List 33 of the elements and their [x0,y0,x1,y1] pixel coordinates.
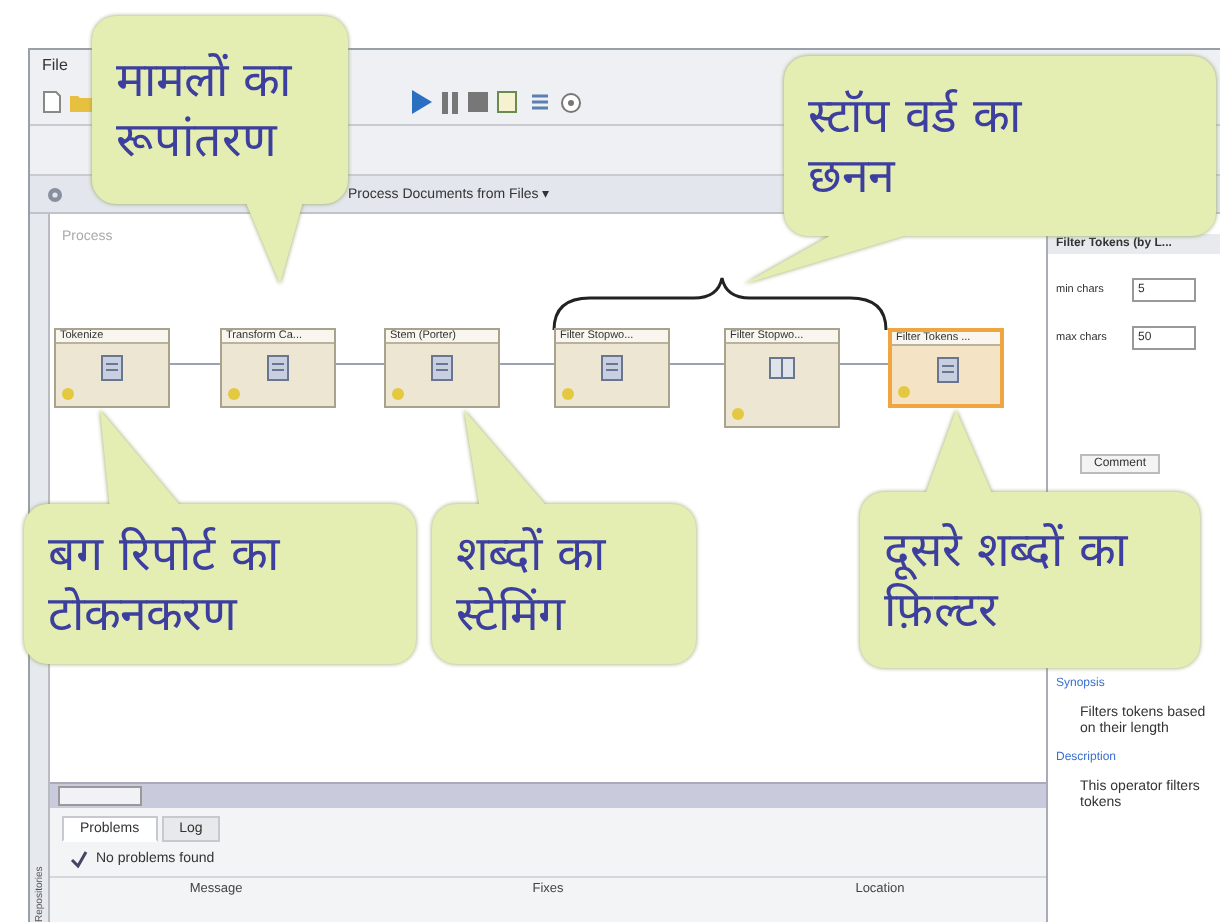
new-file-icon[interactable] [42,90,62,114]
callout-text: दूसरे शब्दों का फ़िल्टर [884,520,1127,640]
check-icon [70,850,88,868]
status-icon [62,388,74,400]
status-icon [228,388,240,400]
connector-line [169,363,221,365]
status-icon [732,408,744,420]
status-icon [392,388,404,400]
scrollbar[interactable] [50,784,1046,808]
status-icon [562,388,574,400]
document-icon [428,354,456,382]
book-icon [768,354,796,382]
document-icon [98,354,126,382]
pause-icon[interactable] [440,91,460,113]
folder-icon[interactable] [70,92,94,112]
document-icon[interactable] [496,90,520,114]
gear-icon[interactable] [46,185,64,203]
connector-line [839,363,889,365]
connector-line [335,363,385,365]
callout-text: स्टॉप वर्ड का छनन [808,86,1021,206]
callout-text: शब्दों का स्टेमिंग [456,524,606,644]
document-icon [598,354,626,382]
document-icon [934,356,962,384]
callout-text: मामलों का रूपांतरण [116,50,292,170]
status-icon [898,386,910,398]
scrollbar-thumb[interactable] [58,786,142,806]
play-icon[interactable] [410,90,432,114]
connector-line [499,363,555,365]
menu-item[interactable]: File [42,56,68,74]
document-icon [264,354,292,382]
callout-text: बग रिपोर्ट का टोकनकरण [48,524,279,644]
list-icon[interactable] [528,90,552,114]
connector-line [669,363,725,365]
